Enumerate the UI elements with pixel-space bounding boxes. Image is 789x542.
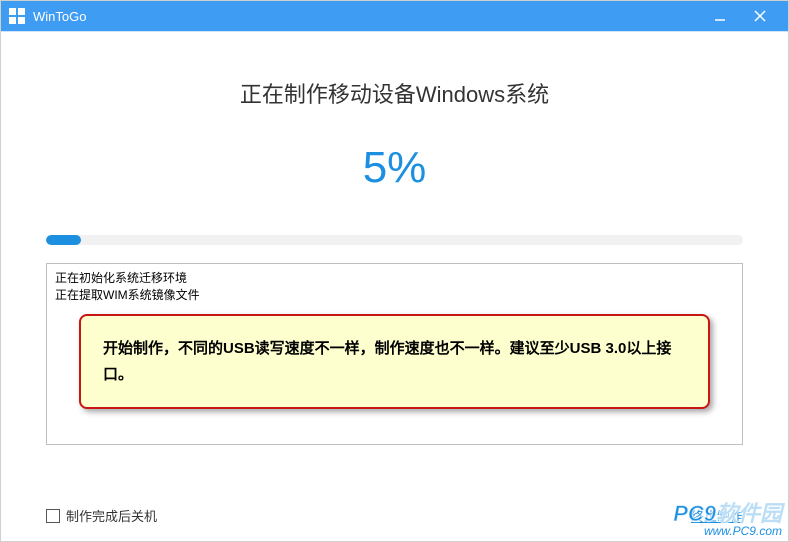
tip-box: 开始制作，不同的USB读写速度不一样，制作速度也不一样。建议至少USB 3.0以…	[79, 314, 710, 409]
tip-text: 开始制作，不同的USB读写速度不一样，制作速度也不一样。建议至少USB 3.0以…	[103, 340, 671, 383]
progress-bar	[46, 235, 743, 245]
log-line: 正在初始化系统迁移环境	[55, 270, 734, 287]
minimize-button[interactable]	[700, 1, 740, 31]
app-icon	[9, 8, 25, 24]
watermark-line2: www.PC9.com	[673, 525, 782, 537]
app-title: WinToGo	[33, 9, 86, 24]
shutdown-checkbox[interactable]	[46, 509, 60, 523]
page-title: 正在制作移动设备Windows系统	[1, 77, 788, 109]
content-area: 正在制作移动设备Windows系统 5% 正在初始化系统迁移环境 正在提取WIM…	[1, 31, 788, 541]
app-window: WinToGo 正在制作移动设备Windows系统 5% 正在初始化系统迁移环境…	[0, 0, 789, 542]
close-icon	[754, 10, 766, 22]
minimize-icon	[714, 10, 726, 22]
stop-link[interactable]: 终止制作	[691, 506, 743, 525]
titlebar: WinToGo	[1, 1, 788, 31]
close-button[interactable]	[740, 1, 780, 31]
log-line: 正在提取WIM系统镜像文件	[55, 287, 734, 304]
log-box: 正在初始化系统迁移环境 正在提取WIM系统镜像文件 开始制作，不同的USB读写速…	[46, 263, 743, 445]
shutdown-label: 制作完成后关机	[66, 506, 157, 525]
progress-fill	[46, 235, 81, 245]
footer: 制作完成后关机 终止制作	[46, 506, 743, 525]
progress-percent: 5%	[1, 143, 788, 193]
